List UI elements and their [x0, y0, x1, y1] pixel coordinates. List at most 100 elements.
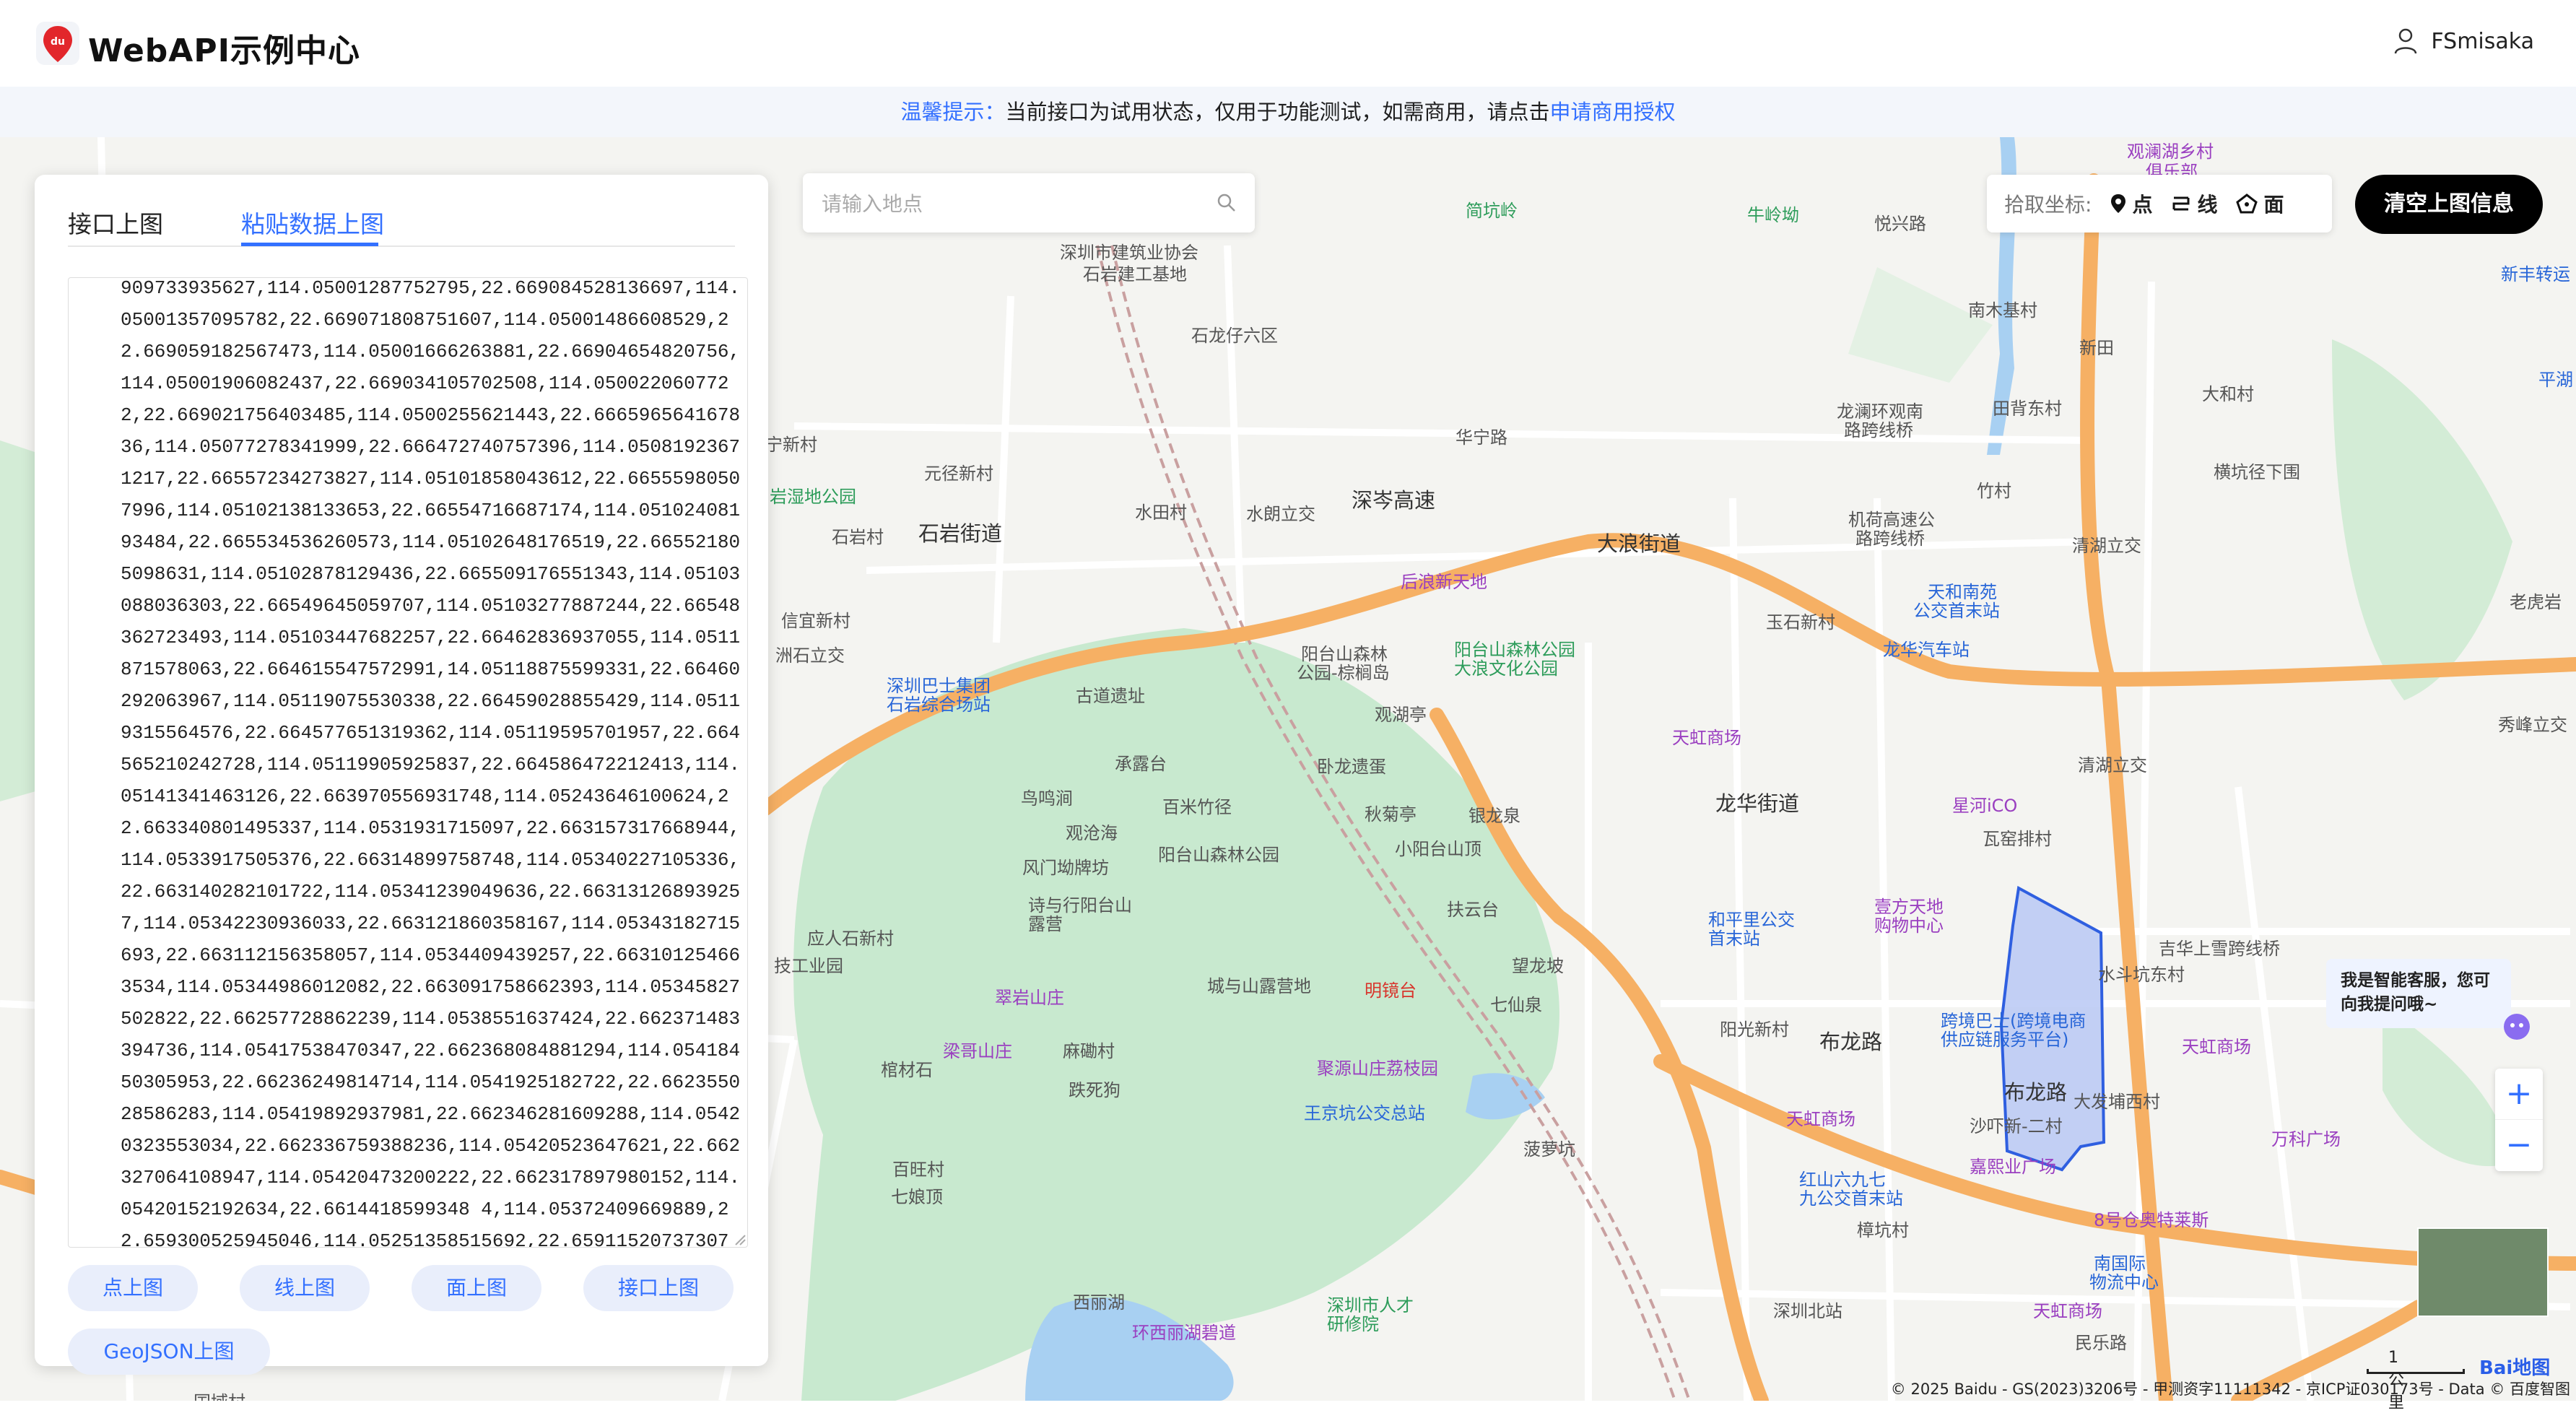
polyline-icon — [2172, 196, 2190, 211]
geojson-upload-button[interactable]: GeoJSON上图 — [68, 1329, 270, 1375]
pick-point-button[interactable]: 点 — [2110, 189, 2152, 218]
map-label: 信宜新村 — [781, 611, 850, 631]
map-label: 小阳台山顶 — [1395, 839, 1481, 859]
map-label: 首末站 — [1708, 929, 1760, 949]
map-label: 嘉熙业广场 — [1970, 1157, 2056, 1177]
zoom-in-button[interactable]: + — [2495, 1069, 2543, 1119]
place-search-input[interactable] — [820, 186, 1198, 221]
map-label: 露营 — [1028, 914, 1063, 934]
map-label: 聚源山庄荔枝园 — [1317, 1058, 1438, 1079]
map-label: 悦兴路 — [1874, 214, 1926, 234]
apply-license-link[interactable]: 申请商用授权 — [1550, 100, 1676, 124]
map-label: 菠萝坑 — [1523, 1139, 1575, 1160]
search-icon[interactable] — [1216, 192, 1237, 214]
top-header: du WebAPI示例中心 FSmisaka — [0, 0, 2576, 87]
map-label: 公交首末站 — [1913, 601, 2000, 621]
map-label: 老虎岩 — [2510, 592, 2562, 612]
map-label: 布龙路 — [1819, 1030, 1883, 1054]
map-label: 宁新村 — [765, 435, 817, 455]
map-label: 大发埔西村 — [2074, 1092, 2160, 1112]
map-label: 梁哥山庄 — [943, 1041, 1012, 1061]
zoom-out-button[interactable]: − — [2495, 1119, 2543, 1170]
tab-api-upload[interactable]: 接口上图 — [68, 205, 163, 240]
svg-text:du: du — [51, 36, 65, 48]
map-label: 阳光新村 — [1720, 1019, 1789, 1040]
map-label: 天虹商场 — [2182, 1037, 2251, 1057]
map-label: 银龙泉 — [1468, 806, 1520, 826]
map-label: 秀峰立交 — [2498, 715, 2567, 735]
map-label: 翠岩山庄 — [995, 988, 1064, 1008]
brand-title: WebAPI示例中心 — [88, 32, 360, 69]
baidu-map-logo-icon: du — [36, 22, 79, 65]
map-label: 龙华街道 — [1715, 791, 1800, 816]
polygon-upload-button[interactable]: 面上图 — [412, 1265, 541, 1311]
map-label: 天虹商场 — [1672, 728, 1741, 748]
chat-assistant-bubble[interactable]: 我是智能客服，您可向我提问哦~ — [2326, 959, 2511, 1028]
map-label: 七娘顶 — [891, 1187, 943, 1207]
map-label: 牛岭坳 — [1747, 205, 1799, 225]
map-label: 应人石新村 — [807, 929, 894, 949]
map-label: 路跨线桥 — [1844, 420, 1913, 440]
satellite-toggle-thumbnail[interactable] — [2417, 1227, 2549, 1317]
place-search-box[interactable] — [803, 173, 1255, 232]
map-label: 大和村 — [2202, 384, 2254, 404]
user-menu[interactable]: FSmisaka — [2393, 27, 2534, 55]
map-label: 石岩综合场站 — [887, 695, 991, 715]
zoom-control: + − — [2495, 1069, 2543, 1171]
map-label: 水田村 — [1135, 503, 1187, 523]
tab-paste-data-upload[interactable]: 粘贴数据上图 — [241, 205, 384, 240]
clear-map-button[interactable]: 清空上图信息 — [2355, 175, 2543, 234]
api-upload-button[interactable]: 接口上图 — [583, 1265, 734, 1311]
map-label: 布龙路 — [2004, 1080, 2068, 1105]
map-label: 洲石立交 — [775, 645, 845, 666]
coordinate-data-textarea[interactable]: 909733935627,114.05001287752795,22.66908… — [68, 277, 748, 1248]
map-label: 岩湿地公园 — [770, 487, 856, 507]
map-label: 城与山露营地 — [1207, 976, 1311, 996]
map-label: 技工业园 — [774, 956, 843, 976]
user-icon — [2395, 28, 2417, 54]
map-label: 龙华汽车站 — [1883, 640, 1970, 660]
coord-picker-label: 拾取坐标: — [2004, 193, 2092, 217]
map-label: 天虹商场 — [1786, 1109, 1855, 1129]
map-label: 百旺村 — [892, 1160, 944, 1180]
pick-line-button[interactable]: 线 — [2171, 189, 2217, 218]
map-label: 星河iCO — [1952, 796, 2018, 816]
polygon-icon — [2236, 194, 2258, 214]
map-pin-icon — [2111, 194, 2126, 213]
point-upload-button[interactable]: 点上图 — [68, 1265, 198, 1311]
baidu-map-brand-logo: Bai地图 — [2479, 1357, 2551, 1379]
notice-message: 当前接口为试用状态，仅用于功能测试，如需商用，请点击 — [1005, 100, 1550, 124]
map-label: 供应链服务平台) — [1941, 1030, 2069, 1050]
map-label: 卧龙遗蛋 — [1317, 757, 1386, 777]
chat-assistant-icon[interactable] — [2502, 1012, 2531, 1041]
map-label: 大浪文化公园 — [1454, 658, 1558, 679]
map-label: 望龙坡 — [1512, 956, 1564, 976]
map-label: 元径新村 — [924, 464, 993, 484]
map-label: 百米竹径 — [1162, 797, 1232, 817]
line-upload-button[interactable]: 线上图 — [240, 1265, 370, 1311]
map-label: 麻磡村 — [1063, 1041, 1115, 1061]
upload-panel: 接口上图 粘贴数据上图 909733935627,114.05001287752… — [35, 175, 768, 1375]
map-label: 观湖亭 — [1375, 705, 1427, 725]
map-label: 公园-棕榈岛 — [1297, 663, 1390, 683]
map-label: 万科广场 — [2271, 1129, 2341, 1149]
map-label: 明镜台 — [1365, 981, 1417, 1001]
map-label: 观沧海 — [1066, 823, 1118, 843]
active-tab-indicator — [241, 243, 378, 246]
map-label: 路跨线桥 — [1855, 529, 1925, 549]
map-label: 棺材石 — [881, 1060, 933, 1080]
map-label: 风门坳牌坊 — [1022, 858, 1109, 878]
resize-handle-icon[interactable] — [733, 1232, 746, 1245]
map-label: 横坑径下围 — [2214, 462, 2300, 482]
coordinate-picker: 拾取坐标: 点 线 面 — [1987, 175, 2332, 232]
map-label: 玉石新村 — [1766, 612, 1835, 632]
map-label: 环西丽湖碧道 — [1132, 1323, 1236, 1343]
textarea-content: 909733935627,114.05001287752795,22.66908… — [121, 277, 741, 1248]
map-label: 王京坑公交总站 — [1304, 1103, 1425, 1123]
map-label: 深圳北站 — [1773, 1301, 1842, 1321]
map-label: 古道遗址 — [1076, 686, 1145, 706]
map-label: 石岩建工基地 — [1083, 264, 1187, 284]
map-label: 8号仓奥特莱斯 — [2094, 1210, 2209, 1230]
pick-polygon-button[interactable]: 面 — [2236, 189, 2284, 218]
map-label: 新田 — [2079, 338, 2114, 358]
